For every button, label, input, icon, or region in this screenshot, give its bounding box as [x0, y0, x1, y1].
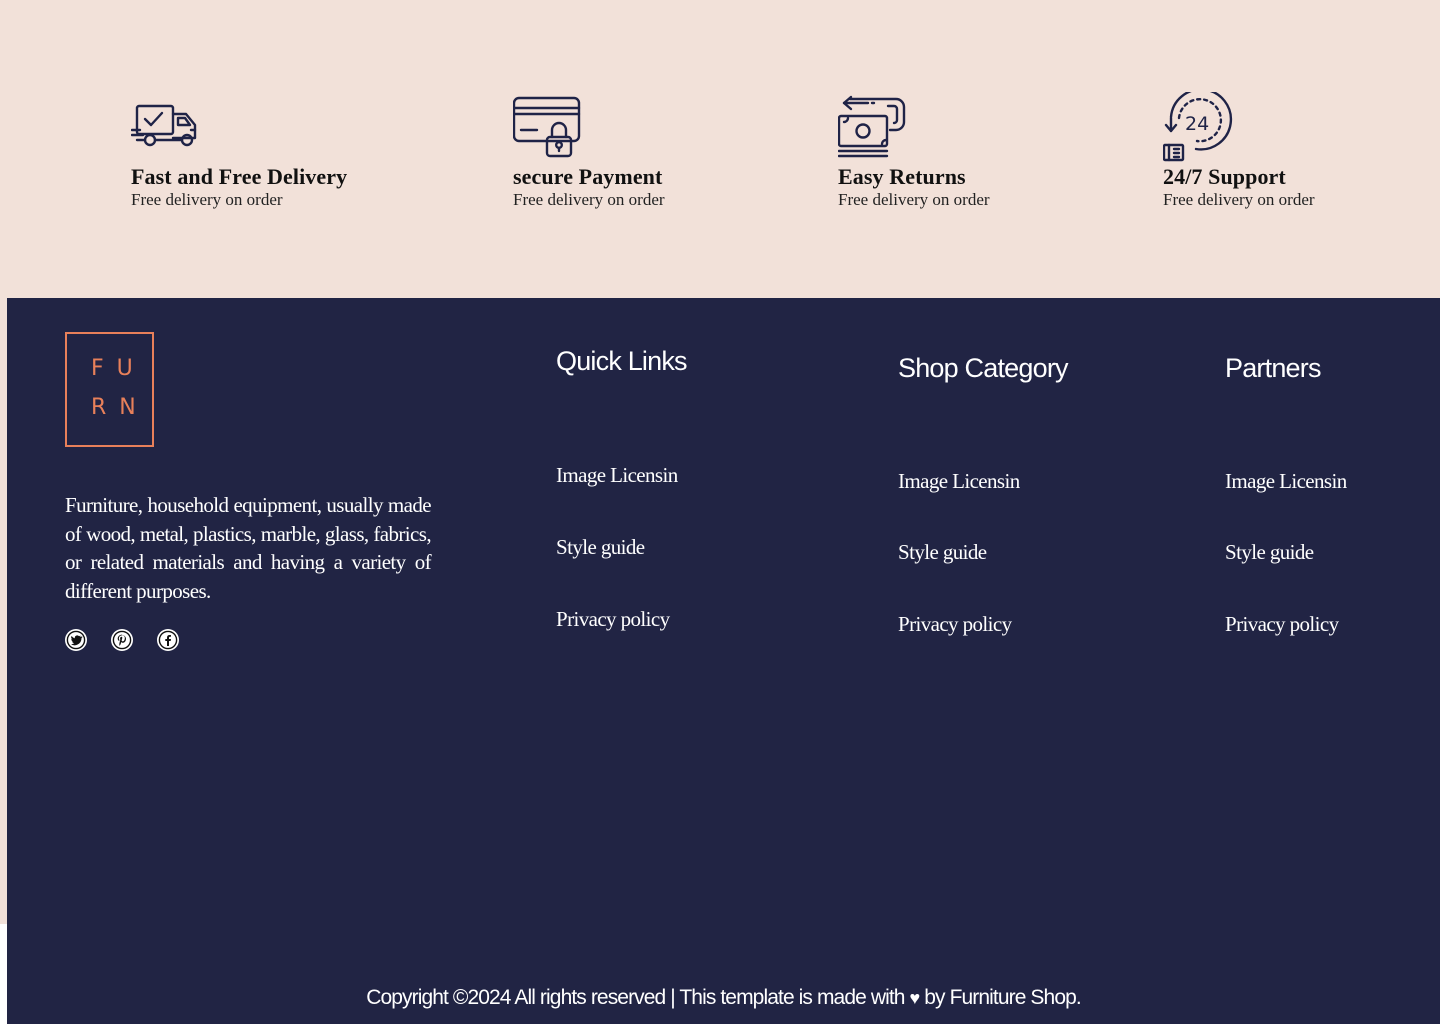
- partners-link-privacy-policy[interactable]: Privacy policy: [1225, 612, 1339, 637]
- copyright-text: Copyright ©2024 All rights reserved | Th…: [366, 986, 905, 1009]
- quick-link-style-guide[interactable]: Style guide: [556, 535, 645, 560]
- feature-title: secure Payment: [513, 164, 663, 189]
- partners-link-style-guide[interactable]: Style guide: [1225, 540, 1314, 565]
- about-text: Furniture, household equipment, usually …: [65, 493, 432, 603]
- quick-link-image-licensing[interactable]: Image Licensin: [556, 463, 678, 488]
- svg-text:24: 24: [1185, 113, 1209, 135]
- feature-returns: Easy Returns Free delivery on order: [838, 92, 1098, 209]
- shop-link-privacy-policy[interactable]: Privacy policy: [898, 612, 1012, 637]
- partners-link-image-licensing[interactable]: Image Licensin: [1225, 469, 1347, 494]
- feature-title: 24/7 Support: [1163, 164, 1286, 189]
- quick-links-title: Quick Links: [556, 346, 688, 376]
- logo-line-1: FU: [91, 356, 146, 381]
- pinterest-icon[interactable]: [110, 628, 134, 652]
- feature-subtitle: Free delivery on order: [838, 190, 990, 209]
- feature-support: 24 24/7 Support Free delivery on order: [1163, 92, 1423, 209]
- facebook-icon[interactable]: [156, 628, 180, 652]
- shop-link-image-licensing[interactable]: Image Licensin: [898, 469, 1020, 494]
- feature-payment: secure Payment Free delivery on order: [513, 92, 773, 209]
- shop-link-style-guide[interactable]: Style guide: [898, 540, 987, 565]
- secure-card-icon: [513, 96, 581, 158]
- features-band: Fast and Free Delivery Free delivery on …: [0, 0, 1440, 298]
- logo-line-2: RN: [91, 395, 149, 420]
- feature-title: Fast and Free Delivery: [131, 164, 348, 189]
- feature-title: Easy Returns: [838, 164, 966, 189]
- delivery-truck-icon: [131, 104, 197, 147]
- partners-title: Partners: [1225, 353, 1321, 383]
- heart-icon: ♥: [909, 988, 921, 1008]
- support-24-icon: 24: [1163, 92, 1233, 162]
- brand-logo[interactable]: FU RN: [65, 332, 154, 447]
- feature-subtitle: Free delivery on order: [513, 190, 665, 209]
- feature-delivery: Fast and Free Delivery Free delivery on …: [131, 92, 391, 209]
- quick-link-privacy-policy[interactable]: Privacy policy: [556, 607, 670, 632]
- twitter-icon[interactable]: [64, 628, 88, 652]
- feature-subtitle: Free delivery on order: [131, 190, 283, 209]
- money-return-icon: [838, 95, 906, 158]
- feature-subtitle: Free delivery on order: [1163, 190, 1315, 209]
- background-strip: [0, 298, 7, 924]
- copyright-author[interactable]: by Furniture Shop.: [924, 986, 1081, 1009]
- footer: FU RN Furniture, household equipment, us…: [7, 298, 1440, 1024]
- copyright-notice: Copyright ©2024 All rights reserved | Th…: [7, 986, 1440, 1010]
- shop-category-title: Shop Category: [898, 353, 1069, 383]
